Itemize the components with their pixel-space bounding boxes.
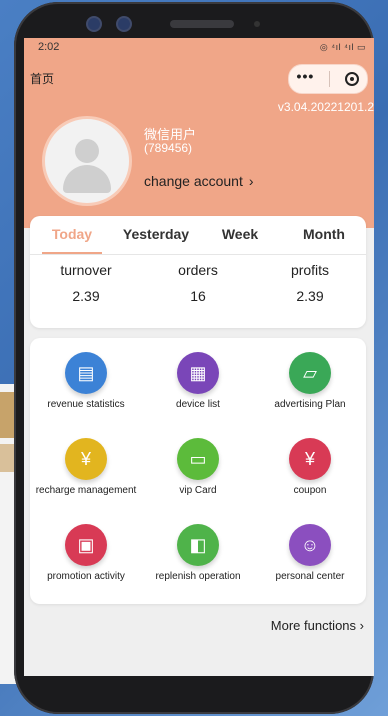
status-time: 2:02 xyxy=(38,41,60,53)
replenish-icon: ◧ xyxy=(177,524,219,566)
recharge-coin-icon: ¥ xyxy=(65,438,107,480)
coupon-icon: ¥ xyxy=(289,438,331,480)
change-account-link[interactable]: change account › xyxy=(144,173,254,189)
function-label: replenish operation xyxy=(155,571,241,582)
more-functions-label: More functions xyxy=(270,618,357,633)
function-personal-center[interactable]: ☺ personal center xyxy=(254,524,366,604)
chevron-right-icon: › xyxy=(359,618,364,633)
function-recharge-management[interactable]: ¥ recharge management xyxy=(30,438,142,518)
vip-card-icon: ▭ xyxy=(177,438,219,480)
function-device-list[interactable]: ▦ device list xyxy=(142,352,254,432)
function-advertising-plan[interactable]: ▱ advertising Plan xyxy=(254,352,366,432)
function-label: revenue statistics xyxy=(47,399,125,410)
status-icons: ◎ ⁴ıl ⁴ıl ▭ xyxy=(319,41,366,52)
tab-today[interactable]: Today xyxy=(30,216,114,254)
avatar-head xyxy=(75,139,99,163)
stat-profits: profits 2.39 xyxy=(254,262,366,304)
stat-label: profits xyxy=(290,262,330,278)
stat-value: 2.39 xyxy=(72,288,100,304)
stat-value: 2.39 xyxy=(296,288,324,304)
stat-turnover: turnover 2.39 xyxy=(30,262,142,304)
stat-label: orders xyxy=(178,262,218,278)
proximity-sensor xyxy=(254,21,260,27)
document-chart-icon: ▤ xyxy=(65,352,107,394)
home-link[interactable]: 首页 xyxy=(30,70,54,87)
front-camera-icon-2 xyxy=(118,18,130,30)
avatar-body xyxy=(63,165,111,193)
tab-divider xyxy=(30,254,366,255)
stat-value: 16 xyxy=(190,288,206,304)
function-coupon[interactable]: ¥ coupon xyxy=(254,438,366,518)
function-label: device list xyxy=(176,399,220,410)
status-bar: 2:02 ◎ ⁴ıl ⁴ıl ▭ xyxy=(24,38,374,56)
earpiece-speaker xyxy=(170,20,234,28)
stat-orders: orders 16 xyxy=(142,262,254,304)
avatar[interactable] xyxy=(42,116,132,206)
miniprogram-capsule: ••• xyxy=(288,64,368,94)
function-label: coupon xyxy=(293,485,327,496)
function-label: personal center xyxy=(275,571,345,582)
ad-plan-icon: ▱ xyxy=(289,352,331,394)
tab-yesterday[interactable]: Yesterday xyxy=(114,216,198,254)
user-icon: ☺ xyxy=(289,524,331,566)
function-replenish-operation[interactable]: ◧ replenish operation xyxy=(142,524,254,604)
version-label: v3.04.20221201.2 xyxy=(277,100,374,114)
function-promotion-activity[interactable]: ▣ promotion activity xyxy=(30,524,142,604)
user-id: (789456) xyxy=(144,141,193,155)
function-vip-card[interactable]: ▭ vip Card xyxy=(142,438,254,518)
nav-bar: 首页 ••• xyxy=(24,64,374,94)
stats-row: turnover 2.39 orders 16 profits 2.39 xyxy=(30,262,366,304)
front-camera-icon xyxy=(88,18,100,30)
function-revenue-statistics[interactable]: ▤ revenue statistics xyxy=(30,352,142,432)
function-label: advertising Plan xyxy=(274,399,346,410)
tab-week[interactable]: Week xyxy=(198,216,282,254)
functions-card: ▤ revenue statistics ▦ device list ▱ adv… xyxy=(30,338,366,604)
functions-grid: ▤ revenue statistics ▦ device list ▱ adv… xyxy=(30,352,366,604)
function-label: promotion activity xyxy=(47,571,125,582)
stats-card: Today Yesterday Week Month turnover 2.39… xyxy=(30,216,366,328)
close-target-icon[interactable] xyxy=(345,72,360,86)
stat-label: turnover xyxy=(60,262,112,278)
period-tabs: Today Yesterday Week Month xyxy=(30,216,366,254)
capsule-divider xyxy=(329,71,331,87)
function-label: recharge management xyxy=(35,485,137,496)
function-label: vip Card xyxy=(179,485,217,496)
chevron-right-icon: › xyxy=(248,173,254,189)
app-screen: 2:02 ◎ ⁴ıl ⁴ıl ▭ 首页 ••• v3.04.20221201.2… xyxy=(24,38,374,676)
change-account-label: change account xyxy=(144,173,243,189)
camera-bar xyxy=(14,2,374,40)
more-functions-link[interactable]: More functions › xyxy=(271,618,364,633)
tab-month[interactable]: Month xyxy=(282,216,366,254)
promotion-icon: ▣ xyxy=(65,524,107,566)
more-menu-icon[interactable]: ••• xyxy=(297,68,315,84)
vending-machine-icon: ▦ xyxy=(177,352,219,394)
